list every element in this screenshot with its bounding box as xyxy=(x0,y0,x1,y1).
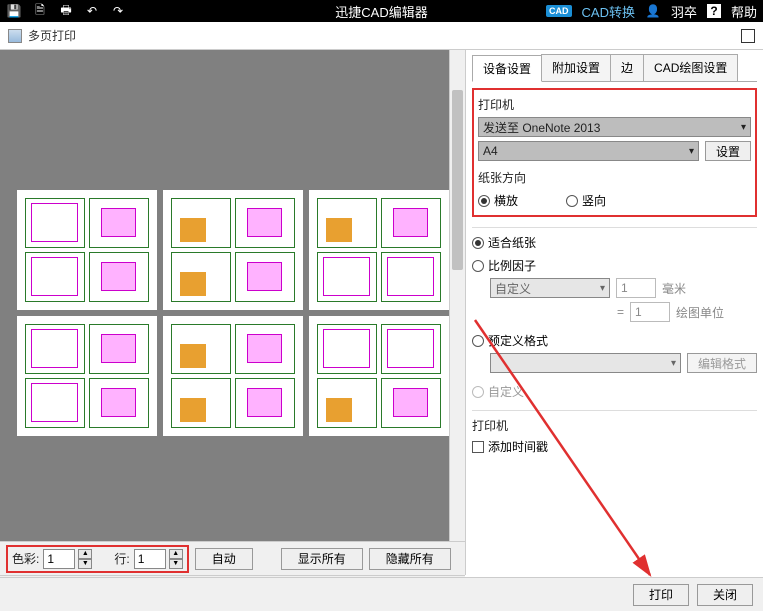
eq-label: = xyxy=(610,305,624,319)
radio-unchecked-icon xyxy=(566,195,578,207)
draw-unit: 绘图单位 xyxy=(676,304,724,321)
fit-paper-radio[interactable]: 适合纸张 xyxy=(472,234,757,251)
hide-all-button[interactable]: 隐藏所有 xyxy=(369,548,451,570)
dialog-titlebar: 多页打印 xyxy=(0,22,763,50)
show-all-button[interactable]: 显示所有 xyxy=(281,548,363,570)
fit-paper-label: 适合纸张 xyxy=(488,234,536,251)
titlebar-right: CAD CAD转换 👤 羽卒 ? 帮助 xyxy=(546,2,757,21)
chevron-down-icon: ▾ xyxy=(689,146,694,157)
app-titlebar: 💾 🗎 🖶 ↶ ↷ 迅捷CAD编辑器 CAD CAD转换 👤 羽卒 ? 帮助 xyxy=(0,0,763,22)
paper-size-combo[interactable]: A4 ▾ xyxy=(478,141,699,161)
checkbox-unchecked-icon xyxy=(472,441,484,453)
predefined-format-label: 预定义格式 xyxy=(488,332,548,349)
undo-icon[interactable]: ↶ xyxy=(84,3,100,19)
timestamp-checkbox[interactable]: 添加时间戳 xyxy=(472,438,757,455)
radio-unchecked-icon xyxy=(472,260,484,272)
main-area: 设备设置 附加设置 边 CAD绘图设置 打印机 发送至 OneNote 2013… xyxy=(0,50,763,575)
preview-sheets xyxy=(17,190,449,436)
sheet[interactable] xyxy=(163,190,303,310)
cad-convert-link[interactable]: CAD转换 xyxy=(582,2,635,21)
chevron-down-icon: ▾ xyxy=(671,358,676,369)
settings-tabs: 设备设置 附加设置 边 CAD绘图设置 xyxy=(472,54,757,82)
printer-device-value: 发送至 OneNote 2013 xyxy=(483,119,600,136)
printer-label: 打印机 xyxy=(478,96,751,113)
print-icon[interactable]: 🖶 xyxy=(58,3,74,19)
preview-scrollbar-v[interactable] xyxy=(449,50,465,575)
printer-config-button[interactable]: 设置 xyxy=(705,141,751,161)
titlebar-left: 💾 🗎 🖶 ↶ ↷ xyxy=(0,3,126,19)
save-icon[interactable]: 💾 xyxy=(6,3,22,19)
radio-unchecked-icon xyxy=(472,335,484,347)
spin-down-icon[interactable]: ▼ xyxy=(169,559,183,569)
predefined-combo: ▾ xyxy=(490,353,681,373)
scale-custom-combo: 自定义 ▾ xyxy=(490,278,610,298)
color-spinner[interactable]: 1 xyxy=(43,549,75,569)
paper-size-value: A4 xyxy=(483,144,498,158)
custom-radio: 自定义 xyxy=(472,383,757,400)
orientation-h-label: 横放 xyxy=(494,192,518,209)
save-pdf-icon[interactable]: 🗎 xyxy=(32,3,48,19)
user-name: 羽卒 xyxy=(671,2,697,21)
printer2-label: 打印机 xyxy=(472,417,757,434)
sheet[interactable] xyxy=(17,190,157,310)
edit-format-button: 编辑格式 xyxy=(687,353,757,373)
sheet[interactable] xyxy=(309,190,449,310)
timestamp-label: 添加时间戳 xyxy=(488,438,548,455)
dialog-footer: 打印 关闭 xyxy=(0,577,763,611)
auto-button[interactable]: 自动 xyxy=(195,548,253,570)
help-label[interactable]: 帮助 xyxy=(731,2,757,21)
scale-factor-label: 比例因子 xyxy=(488,257,536,274)
app-title: 迅捷CAD编辑器 xyxy=(335,2,427,21)
cad-badge-icon: CAD xyxy=(546,5,572,17)
sheet[interactable] xyxy=(163,316,303,436)
predefined-format-radio[interactable]: 预定义格式 xyxy=(472,332,757,349)
spin-up-icon[interactable]: ▲ xyxy=(78,549,92,559)
tab-additional[interactable]: 附加设置 xyxy=(541,54,611,81)
chevron-down-icon: ▾ xyxy=(600,283,605,294)
row-label: 行: xyxy=(114,550,129,567)
print-button[interactable]: 打印 xyxy=(633,584,689,606)
orientation-horizontal-radio[interactable]: 横放 xyxy=(478,192,518,209)
maximize-icon[interactable] xyxy=(741,29,755,43)
spin-down-icon[interactable]: ▼ xyxy=(78,559,92,569)
radio-unchecked-icon xyxy=(472,386,484,398)
row-spinner[interactable]: 1 xyxy=(134,549,166,569)
sheet[interactable] xyxy=(17,316,157,436)
printer-redbox: 打印机 发送至 OneNote 2013 ▾ A4 ▾ 设置 纸张方向 横放 xyxy=(472,88,757,217)
preview-footer: 色彩: 1 ▲▼ 行: 1 ▲▼ 自动 显示所有 隐藏所有 xyxy=(0,541,465,575)
preview-pane xyxy=(0,50,465,575)
orientation-vertical-radio[interactable]: 竖向 xyxy=(566,192,606,209)
printer-device-combo[interactable]: 发送至 OneNote 2013 ▾ xyxy=(478,117,751,137)
settings-pane: 设备设置 附加设置 边 CAD绘图设置 打印机 发送至 OneNote 2013… xyxy=(465,50,763,575)
grid-redbox: 色彩: 1 ▲▼ 行: 1 ▲▼ xyxy=(6,545,189,573)
close-button[interactable]: 关闭 xyxy=(697,584,753,606)
scale-custom-value: 自定义 xyxy=(495,280,531,297)
scale-unit-field: 1 xyxy=(630,302,670,322)
help-icon[interactable]: ? xyxy=(707,4,721,18)
color-label: 色彩: xyxy=(12,550,39,567)
scale-factor-radio[interactable]: 比例因子 xyxy=(472,257,757,274)
scale-mm-field: 1 xyxy=(616,278,656,298)
mm-unit: 毫米 xyxy=(662,280,686,297)
orientation-v-label: 竖向 xyxy=(582,192,606,209)
custom-radio-label: 自定义 xyxy=(488,383,524,400)
orientation-label: 纸张方向 xyxy=(478,169,751,186)
tab-edge[interactable]: 边 xyxy=(610,54,644,81)
tab-device[interactable]: 设备设置 xyxy=(472,55,542,82)
dialog-icon xyxy=(8,29,22,43)
tab-cad-draw[interactable]: CAD绘图设置 xyxy=(643,54,738,81)
chevron-down-icon: ▾ xyxy=(741,122,746,133)
radio-checked-icon xyxy=(478,195,490,207)
spin-up-icon[interactable]: ▲ xyxy=(169,549,183,559)
dialog-title: 多页打印 xyxy=(28,27,76,44)
radio-checked-icon xyxy=(472,237,484,249)
user-icon[interactable]: 👤 xyxy=(645,3,661,19)
redo-icon[interactable]: ↷ xyxy=(110,3,126,19)
sheet[interactable] xyxy=(309,316,449,436)
preview-area xyxy=(0,50,465,575)
